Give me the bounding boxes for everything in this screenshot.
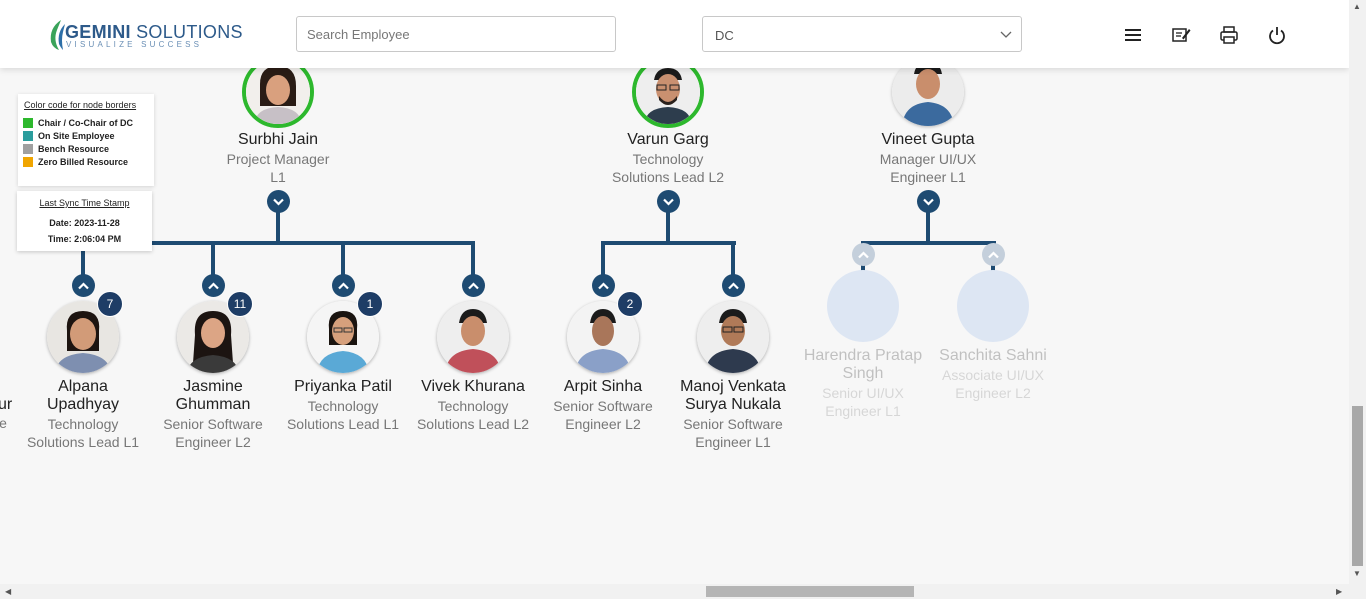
- horizontal-scroll-thumb[interactable]: [706, 586, 914, 597]
- employee-name[interactable]: Vivek Khurana: [403, 378, 543, 396]
- scroll-right-arrow-icon[interactable]: ▶: [1336, 587, 1342, 596]
- employee-name[interactable]: Singh: [793, 365, 933, 383]
- border-color-legend: Color code for node borders Chair / Co-C…: [18, 94, 154, 186]
- employee-name[interactable]: Surya Nukala: [663, 396, 803, 414]
- manager-role: Manager UI/UX: [879, 151, 977, 167]
- collapse-chevron-icon[interactable]: [657, 190, 680, 213]
- sync-title: Last Sync Time Stamp: [39, 198, 130, 208]
- legend-label: On Site Employee: [38, 131, 115, 141]
- employee-name[interactable]: Manoj Venkata: [663, 378, 803, 396]
- employee-name[interactable]: Arpit Sinha: [533, 378, 673, 396]
- connector-line: [601, 241, 736, 245]
- scroll-down-arrow-icon[interactable]: ▼: [1353, 569, 1361, 578]
- expand-chevron-icon[interactable]: [462, 274, 485, 297]
- employee-name[interactable]: Sanchita Sahni: [923, 347, 1063, 365]
- org-chart-app: Surbhi Jain Project Manager L1 Varun Gar…: [0, 0, 1366, 599]
- manager-role: Engineer L1: [890, 169, 966, 185]
- legend-label: Zero Billed Resource: [38, 157, 129, 167]
- employee-name-partial[interactable]: ur: [0, 396, 12, 414]
- logo-tagline: VISUALIZE SUCCESS: [66, 40, 203, 49]
- expand-chevron-icon[interactable]: [202, 274, 225, 297]
- sync-timestamp-panel: Last Sync Time Stamp Date: 2023-11-28 Ti…: [17, 191, 152, 251]
- avatar[interactable]: [892, 58, 964, 126]
- manager-name[interactable]: Varun Garg: [598, 131, 738, 149]
- employee-name[interactable]: Priyanka Patil: [273, 378, 413, 396]
- legend-label: Bench Resource: [38, 144, 110, 154]
- logo-wordmark-bold: GEMINI: [65, 22, 131, 42]
- employee-name[interactable]: Upadhyay: [13, 396, 153, 414]
- employee-name[interactable]: Jasmine: [143, 378, 283, 396]
- expand-chevron-icon[interactable]: [982, 243, 1005, 266]
- horizontal-scrollbar[interactable]: ◀ ▶: [0, 584, 1366, 599]
- legend-title: Color code for node borders: [24, 100, 137, 110]
- leaf-logo-icon: [50, 20, 65, 50]
- report-count-badge: 7: [97, 291, 123, 317]
- connector-line: [666, 210, 670, 243]
- legend-item: Zero Billed Resource: [23, 157, 149, 167]
- legend-item: Chair / Co-Chair of DC: [23, 118, 149, 128]
- manager-role: Project Manager: [226, 151, 330, 167]
- legend-item: On Site Employee: [23, 131, 149, 141]
- logo-wordmark-rest: SOLUTIONS: [130, 22, 243, 42]
- search-employee-input[interactable]: [296, 16, 616, 52]
- employee-name[interactable]: Alpana: [13, 378, 153, 396]
- connector-line: [276, 210, 280, 243]
- expand-chevron-icon[interactable]: [852, 243, 875, 266]
- scroll-left-arrow-icon[interactable]: ◀: [5, 587, 11, 596]
- menu-icon[interactable]: [1122, 24, 1144, 46]
- print-icon[interactable]: [1218, 24, 1240, 46]
- expand-chevron-icon[interactable]: [722, 274, 745, 297]
- collapse-chevron-icon[interactable]: [917, 190, 940, 213]
- avatar[interactable]: [697, 301, 769, 373]
- employee-role: Engineer L1: [695, 434, 771, 450]
- manager-name[interactable]: Vineet Gupta: [858, 131, 998, 149]
- report-count-badge: 2: [617, 291, 643, 317]
- vertical-scrollbar[interactable]: ▲ ▼: [1349, 0, 1366, 584]
- legend-item: Bench Resource: [23, 144, 149, 154]
- employee-role: Engineer L2: [175, 434, 251, 450]
- vertical-scroll-thumb[interactable]: [1352, 406, 1363, 566]
- employee-name[interactable]: Harendra Pratap: [793, 347, 933, 365]
- avatar-placeholder[interactable]: [957, 270, 1029, 342]
- expand-chevron-icon[interactable]: [332, 274, 355, 297]
- expand-chevron-icon[interactable]: [592, 274, 615, 297]
- company-logo[interactable]: GEMINI SOLUTIONS VISUALIZE SUCCESS: [47, 18, 243, 52]
- report-count-badge: 11: [227, 291, 253, 317]
- employee-role: Engineer L1: [825, 403, 901, 419]
- legend-swatch: [23, 157, 33, 167]
- scroll-up-arrow-icon[interactable]: ▲: [1353, 2, 1361, 11]
- report-count-badge: 1: [357, 291, 383, 317]
- sync-time: Time: 2:06:04 PM: [47, 234, 122, 244]
- collapse-chevron-icon[interactable]: [267, 190, 290, 213]
- org-chart-canvas: Surbhi Jain Project Manager L1 Varun Gar…: [0, 0, 1349, 584]
- sync-date: Date: 2023-11-28: [49, 218, 120, 228]
- employee-name[interactable]: Ghumman: [143, 396, 283, 414]
- connector-line: [861, 241, 996, 245]
- app-header: GEMINI SOLUTIONS VISUALIZE SUCCESS DC: [0, 0, 1349, 68]
- department-select[interactable]: DC: [702, 16, 1022, 52]
- edit-note-icon[interactable]: [1170, 24, 1192, 46]
- employee-role: Associate UI/UX: [942, 367, 1044, 383]
- legend-swatch: [23, 131, 33, 141]
- manager-role: Solutions Lead L2: [611, 169, 725, 185]
- legend-label: Chair / Co-Chair of DC: [38, 118, 134, 128]
- manager-role: L1: [270, 169, 286, 185]
- chevron-down-icon: [1000, 31, 1012, 38]
- manager-name[interactable]: Surbhi Jain: [208, 131, 348, 149]
- avatar[interactable]: [437, 301, 509, 373]
- power-icon[interactable]: [1266, 24, 1288, 46]
- legend-swatch: [23, 144, 33, 154]
- manager-role: Technology: [632, 151, 704, 167]
- legend-swatch: [23, 118, 33, 128]
- employee-role: Engineer L2: [955, 385, 1031, 401]
- department-select-value: DC: [715, 28, 734, 43]
- employee-role: Senior Software: [553, 398, 653, 414]
- avatar-placeholder[interactable]: [827, 270, 899, 342]
- connector-line: [926, 210, 930, 243]
- expand-chevron-icon[interactable]: [72, 274, 95, 297]
